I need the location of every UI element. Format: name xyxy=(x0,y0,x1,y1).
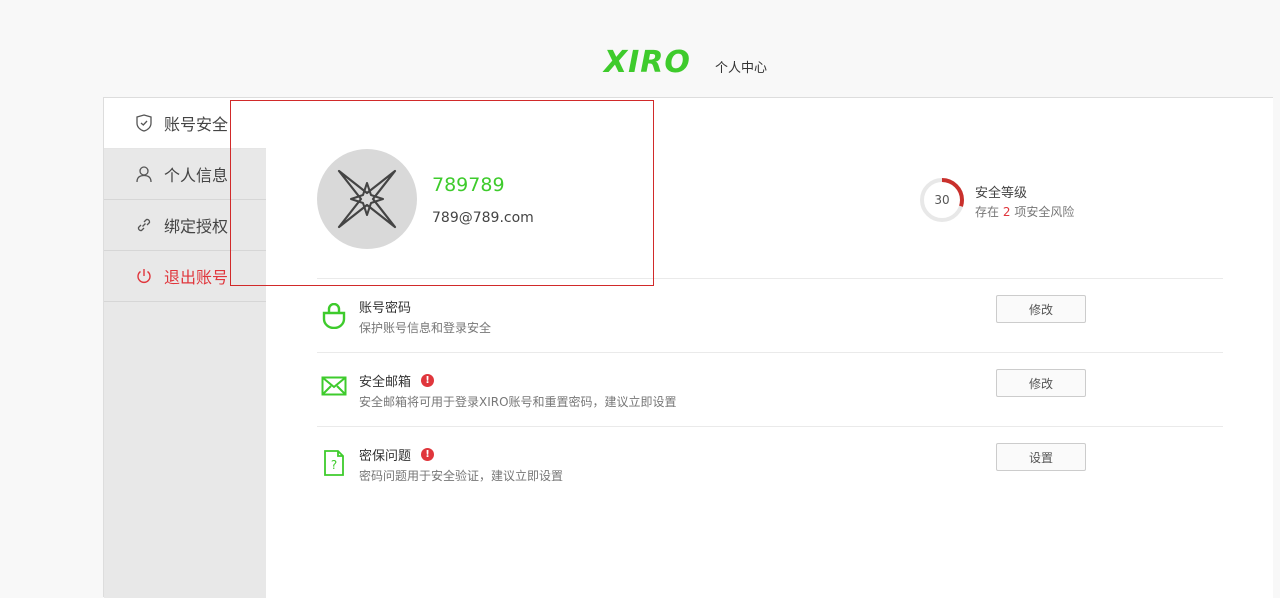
xiro-star-icon xyxy=(337,169,397,229)
sidebar-item-personal-info[interactable]: 个人信息 xyxy=(104,149,266,200)
header: XIRO 个人中心 xyxy=(0,0,1280,97)
row-title-text: 账号密码 xyxy=(359,301,412,316)
question-doc-icon: ? xyxy=(321,450,347,476)
row-desc-security-question: 密码问题用于安全验证，建议立即设置 xyxy=(359,469,564,483)
mail-icon xyxy=(321,373,347,399)
page-subtitle: 个人中心 xyxy=(715,61,768,76)
row-title-text: 密保问题 xyxy=(359,449,412,464)
row-desc-password: 保护账号信息和登录安全 xyxy=(359,321,492,335)
row-title-email: 安全邮箱! xyxy=(359,371,435,390)
svg-text:?: ? xyxy=(331,458,337,472)
row-title-security-question: 密保问题! xyxy=(359,445,435,464)
xiro-logo[interactable]: XIRO xyxy=(604,48,691,78)
risk-suffix: 项安全风险 xyxy=(1014,205,1075,219)
sidebar-item-label: 退出账号 xyxy=(164,268,229,287)
account-panel: 账号安全 个人信息 绑定授权 退出账号 789789 789@789.com 3… xyxy=(103,97,1273,598)
main-content: 789789 789@789.com 30 安全等级 存在 2 项安全风险 账号… xyxy=(266,98,1273,598)
sidebar-item-label: 账号安全 xyxy=(164,115,229,134)
logo-text: XIRO xyxy=(604,45,691,80)
username: 789789 xyxy=(432,174,505,196)
user-icon xyxy=(135,165,153,183)
risk-count: 2 xyxy=(1002,205,1011,219)
edit-password-button[interactable]: 修改 xyxy=(996,295,1086,323)
row-title-password: 账号密码 xyxy=(359,297,411,316)
sidebar: 账号安全 个人信息 绑定授权 退出账号 xyxy=(104,98,267,598)
user-email: 789@789.com xyxy=(432,210,534,226)
sidebar-item-bind-auth[interactable]: 绑定授权 xyxy=(104,200,266,251)
edit-email-button[interactable]: 修改 xyxy=(996,369,1086,397)
row-title-text: 安全邮箱 xyxy=(359,375,412,390)
security-risk-desc: 存在 2 项安全风险 xyxy=(975,203,1074,220)
sidebar-item-logout[interactable]: 退出账号 xyxy=(104,251,266,302)
sidebar-item-label: 绑定授权 xyxy=(164,217,229,236)
risk-prefix: 存在 xyxy=(975,205,1000,219)
security-level-title: 安全等级 xyxy=(975,186,1028,201)
link-icon xyxy=(135,216,153,234)
warning-icon: ! xyxy=(421,448,435,461)
divider xyxy=(317,278,1223,279)
sidebar-item-account-security[interactable]: 账号安全 xyxy=(104,98,267,149)
power-icon xyxy=(135,267,153,285)
lock-icon xyxy=(321,303,347,329)
sidebar-item-label: 个人信息 xyxy=(164,166,229,185)
divider xyxy=(317,426,1223,427)
warning-icon: ! xyxy=(421,374,435,387)
shield-icon xyxy=(135,114,153,132)
set-security-question-button[interactable]: 设置 xyxy=(996,443,1086,471)
avatar[interactable] xyxy=(317,149,417,249)
security-score: 30 xyxy=(934,193,950,207)
row-desc-email: 安全邮箱将可用于登录XIRO账号和重置密码，建议立即设置 xyxy=(359,395,677,409)
divider xyxy=(317,352,1223,353)
